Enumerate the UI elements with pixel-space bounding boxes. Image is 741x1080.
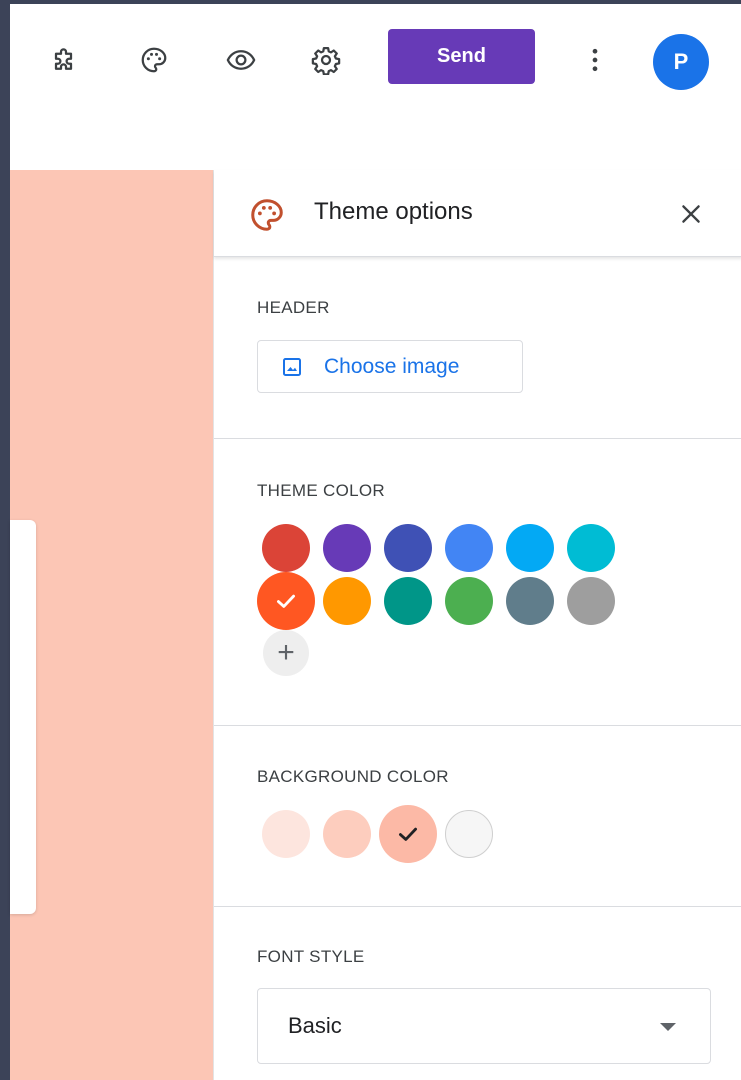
theme-color-swatch[interactable] bbox=[384, 524, 432, 572]
top-toolbar: Send P bbox=[10, 4, 741, 170]
add-ons-puzzle-icon[interactable] bbox=[46, 40, 86, 80]
header-section-label: HEADER bbox=[257, 298, 330, 317]
add-custom-color-button[interactable]: + bbox=[263, 630, 309, 676]
panel-header: Theme options bbox=[214, 170, 741, 257]
theme-color-swatch[interactable] bbox=[445, 577, 493, 625]
font-style-value: Basic bbox=[288, 1013, 342, 1038]
theme-color-swatch[interactable] bbox=[567, 524, 615, 572]
check-icon bbox=[399, 827, 417, 841]
theme-color-swatch[interactable] bbox=[445, 524, 493, 572]
window-frame-left bbox=[0, 0, 10, 1080]
dropdown-caret-icon bbox=[660, 1023, 676, 1031]
close-icon bbox=[682, 205, 700, 223]
palette-icon bbox=[251, 199, 283, 231]
background-color-swatch[interactable] bbox=[323, 810, 371, 858]
gear-settings-icon[interactable] bbox=[306, 40, 346, 80]
theme-color-swatch[interactable] bbox=[384, 577, 432, 625]
theme-color-swatch[interactable] bbox=[257, 572, 315, 630]
choose-image-label: Choose image bbox=[324, 354, 460, 378]
theme-options-panel: Theme options HEADER Choose image THEME … bbox=[213, 170, 741, 1080]
close-panel-button[interactable] bbox=[669, 192, 713, 236]
image-icon bbox=[283, 357, 301, 376]
choose-image-button[interactable]: Choose image bbox=[257, 340, 523, 393]
theme-color-swatch[interactable] bbox=[506, 524, 554, 572]
theme-color-swatch[interactable] bbox=[323, 524, 371, 572]
background-color-swatch[interactable] bbox=[262, 810, 310, 858]
check-icon bbox=[277, 594, 295, 608]
more-vert-icon[interactable] bbox=[575, 40, 615, 80]
font-style-select[interactable]: Basic bbox=[257, 988, 711, 1064]
eye-preview-icon[interactable] bbox=[221, 40, 261, 80]
panel-title: Theme options bbox=[314, 198, 473, 225]
form-canvas-background bbox=[10, 170, 213, 1080]
background-color-swatch[interactable] bbox=[445, 810, 493, 858]
send-button[interactable]: Send bbox=[388, 29, 535, 84]
theme-color-swatch[interactable] bbox=[262, 524, 310, 572]
palette-icon[interactable] bbox=[134, 40, 174, 80]
background-color-section-label: BACKGROUND COLOR bbox=[257, 767, 449, 786]
theme-color-swatch[interactable] bbox=[506, 577, 554, 625]
account-avatar[interactable]: P bbox=[653, 34, 709, 90]
section-divider bbox=[214, 438, 741, 439]
theme-color-swatch[interactable] bbox=[567, 577, 615, 625]
section-divider bbox=[214, 725, 741, 726]
theme-color-section-label: THEME COLOR bbox=[257, 481, 385, 500]
theme-color-swatch[interactable] bbox=[323, 577, 371, 625]
font-style-section-label: FONT STYLE bbox=[257, 947, 365, 966]
form-card[interactable] bbox=[10, 520, 36, 914]
background-color-swatch[interactable] bbox=[379, 805, 437, 863]
section-divider bbox=[214, 906, 741, 907]
